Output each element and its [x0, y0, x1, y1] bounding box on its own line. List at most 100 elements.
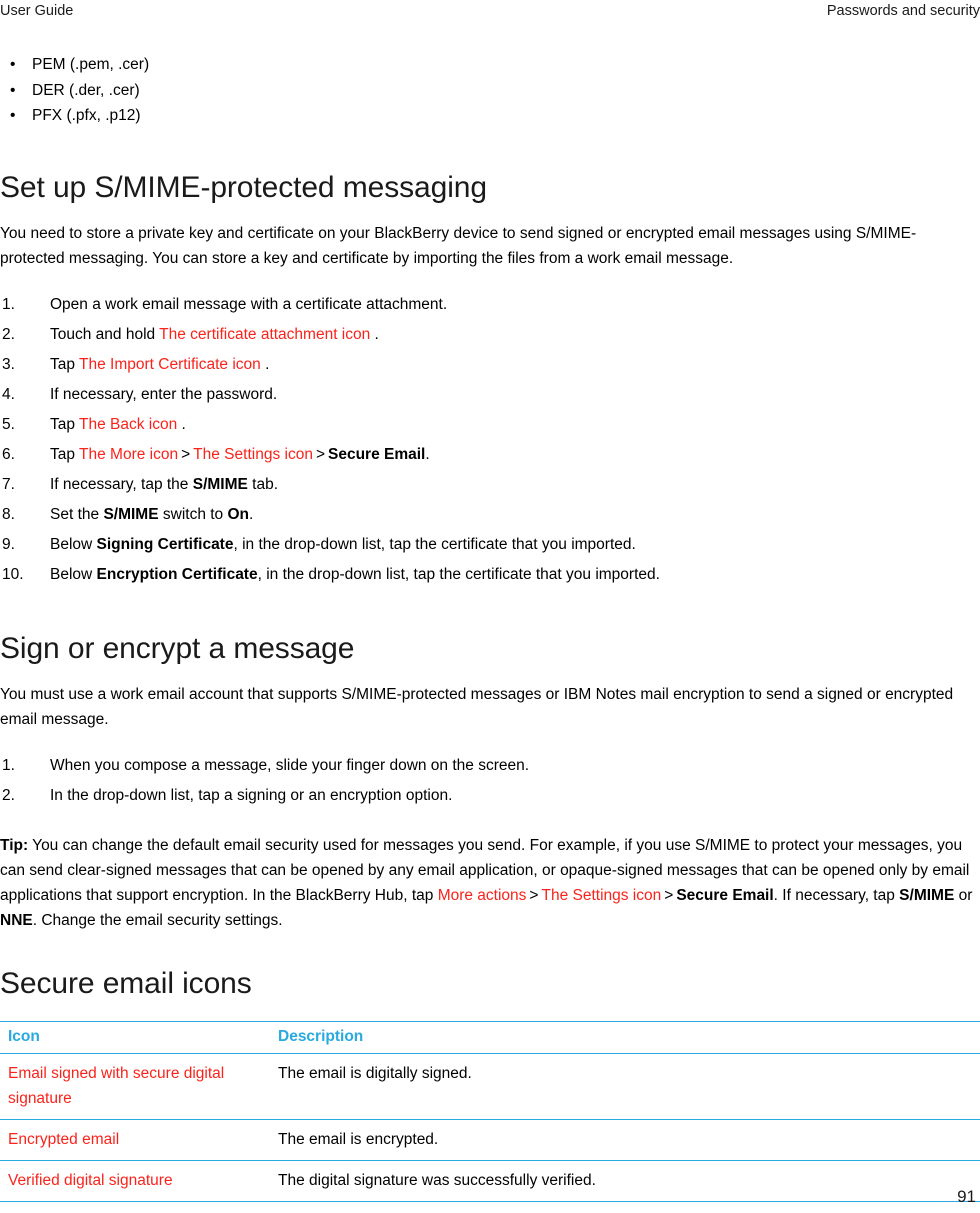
inline-icon-alt-text: The Import Certificate icon — [79, 355, 261, 373]
inline-text: Tap — [50, 415, 80, 433]
list-item-label: PEM (.pem, .cer) — [32, 56, 150, 73]
table-header: Icon Description — [0, 1020, 980, 1054]
inline-icon-alt-text: The More icon — [79, 445, 179, 463]
table-body: Email signed with secure digital signatu… — [0, 1053, 980, 1202]
running-header-left: User Guide — [0, 3, 74, 19]
intro-set-up-smime: You need to store a private key and cert… — [0, 224, 917, 267]
heading-set-up-smime: Set up S/MIME-protected messaging — [0, 170, 487, 204]
numbered-step: 1. Open a work email message with a certi… — [0, 290, 980, 320]
inline-text: tab. — [247, 475, 279, 493]
list-item: • PFX (.pfx, .p12) — [0, 103, 980, 129]
breadcrumb-separator-icon: > — [181, 445, 191, 463]
step-number: 7. — [2, 475, 15, 493]
inline-text: Below — [50, 565, 97, 583]
intro-sign-or-encrypt: You must use a work email account that s… — [0, 685, 954, 728]
step-number: 6. — [2, 445, 15, 463]
list-item: • DER (.der, .cer) — [0, 78, 980, 104]
inline-text: If necessary, enter the password. — [50, 385, 278, 403]
inline-text: . Change the email security settings. — [32, 911, 283, 929]
step-text: When you compose a message, slide your f… — [50, 757, 529, 774]
numbered-step: 5. Tap The Back icon . — [0, 410, 980, 440]
inline-bold-text: S/MIME — [192, 475, 248, 493]
inline-bold-text: On — [227, 505, 250, 523]
inline-text: Set the — [50, 505, 104, 523]
step-number: 1. — [2, 295, 15, 313]
step-number: 2. — [2, 786, 15, 804]
inline-text: Touch and hold — [50, 325, 160, 343]
step-text: If necessary, tap the S/MIME tab. — [50, 476, 278, 493]
step-text: Tap The Back icon . — [50, 416, 186, 433]
inline-bold-text: Secure Email — [676, 886, 774, 904]
list-item-label: PFX (.pfx, .p12) — [32, 107, 141, 124]
step-number: 4. — [2, 385, 15, 403]
cell-description: The email is encrypted. — [278, 1119, 980, 1161]
table-row: Email signed with secure digital signatu… — [0, 1053, 980, 1120]
document-page: User Guide Passwords and security • PEM (… — [0, 0, 980, 1213]
list-item: • PEM (.pem, .cer) — [0, 52, 980, 78]
inline-text: or — [954, 886, 973, 904]
table-header-row: Icon Description — [0, 1020, 980, 1054]
inline-bold-text: S/MIME — [899, 886, 955, 904]
breadcrumb-separator-icon: > — [664, 886, 674, 904]
page-number: 91 — [957, 1187, 976, 1206]
step-text: Touch and hold The certificate attachmen… — [50, 326, 379, 343]
column-header-description: Description — [278, 1020, 980, 1054]
numbered-step: 2. In the drop-down list, tap a signing o… — [0, 781, 980, 811]
tip-paragraph: Tip: You can change the default email se… — [0, 833, 980, 933]
numbered-step: 3. Tap The Import Certificate icon . — [0, 350, 980, 380]
inline-text: . — [177, 415, 186, 433]
step-text: Set the S/MIME switch to On. — [50, 506, 253, 523]
certificate-format-list: • PEM (.pem, .cer) • DER (.der, .cer) • PFX (… — [0, 52, 980, 129]
step-number: 2. — [2, 325, 15, 343]
numbered-step: 8. Set the S/MIME switch to On. — [0, 500, 980, 530]
heading-secure-email-icons: Secure email icons — [0, 966, 252, 1000]
step-number: 10. — [2, 565, 24, 583]
numbered-step: 4. If necessary, enter the password. — [0, 380, 980, 410]
inline-text: When you compose a message, slide your f… — [50, 756, 530, 774]
breadcrumb-separator-icon: > — [529, 886, 539, 904]
heading-sign-or-encrypt: Sign or encrypt a message — [0, 631, 355, 665]
inline-text: , in the drop-down list, tap the certifi… — [233, 535, 636, 553]
table-row: Verified digital signature The digital si… — [0, 1160, 980, 1202]
inline-text: . — [370, 325, 379, 343]
table-row: Encrypted email The email is encrypted. — [0, 1119, 980, 1161]
breadcrumb-separator-icon: > — [315, 445, 325, 463]
cell-description: The digital signature was successfully v… — [278, 1160, 980, 1202]
inline-bold-text: S/MIME — [103, 505, 159, 523]
inline-text: , in the drop-down list, tap the certifi… — [257, 565, 660, 583]
inline-icon-alt-text: The Settings icon — [541, 886, 662, 904]
inline-bold-text: Encryption Certificate — [96, 565, 258, 583]
running-header: User Guide Passwords and security — [0, 0, 980, 22]
step-text: In the drop-down list, tap a signing or … — [50, 787, 452, 804]
inline-text: . — [249, 505, 254, 523]
inline-text: . If necessary, tap — [773, 886, 900, 904]
column-header-icon: Icon — [0, 1020, 278, 1054]
numbered-step: 1. When you compose a message, slide your… — [0, 751, 980, 781]
step-text: Below Signing Certificate, in the drop-d… — [50, 536, 636, 553]
bullet-dot-icon: • — [10, 56, 16, 73]
cell-icon-alt-text: Email signed with secure digital signatu… — [0, 1053, 278, 1120]
inline-icon-alt-text: The certificate attachment icon — [159, 325, 371, 343]
inline-icon-alt-text: More actions — [437, 886, 527, 904]
inline-text: In the drop-down list, tap a signing or … — [50, 786, 453, 804]
inline-icon-alt-text: The Back icon — [79, 415, 178, 433]
list-item-label: DER (.der, .cer) — [32, 81, 140, 99]
inline-text: Tap — [50, 445, 80, 463]
secure-email-icons-table: Icon Description Email signed with secur… — [0, 1020, 980, 1202]
inline-bold-text: Secure Email — [328, 445, 426, 463]
step-number: 3. — [2, 355, 15, 373]
cell-icon-alt-text: Verified digital signature — [0, 1160, 278, 1202]
inline-bold-text: NNE — [0, 911, 33, 929]
numbered-step: 6. Tap The More icon > The Settings icon > Se… — [0, 440, 980, 470]
inline-text: Below — [50, 535, 97, 553]
step-text: Tap The Import Certificate icon . — [50, 356, 269, 373]
step-number: 9. — [2, 535, 15, 553]
bullet-dot-icon: • — [10, 81, 16, 99]
inline-text: . — [260, 355, 270, 373]
inline-text: If necessary, tap the — [50, 475, 193, 493]
step-number: 5. — [2, 415, 15, 433]
step-text: If necessary, enter the password. — [50, 386, 277, 403]
numbered-step: 2. Touch and hold The certificate attachm… — [0, 320, 980, 350]
inline-text: Open a work email message with a certifi… — [50, 295, 448, 313]
bullet-dot-icon: • — [10, 107, 16, 124]
